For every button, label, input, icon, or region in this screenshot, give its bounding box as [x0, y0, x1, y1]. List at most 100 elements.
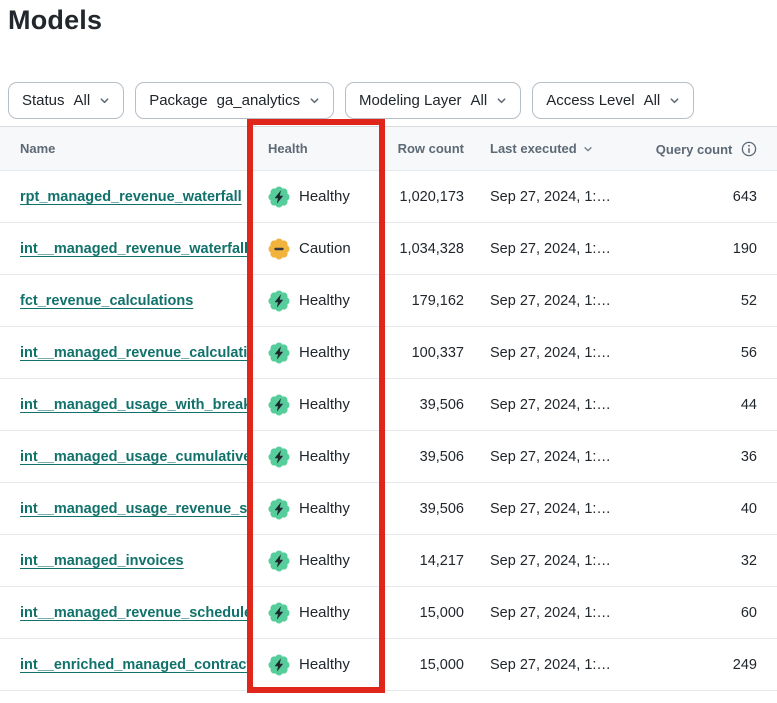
last-executed-value: Sep 27, 2024, 1:…	[466, 345, 640, 361]
query-count-value: 40	[640, 501, 777, 517]
last-executed-value: Sep 27, 2024, 1:…	[466, 241, 640, 257]
filter-bar: Status All Package ga_analytics Modeling…	[8, 82, 694, 119]
model-name-link[interactable]: int__managed_revenue_calculations	[20, 345, 248, 361]
row-count-value: 14,217	[385, 553, 466, 569]
row-count-value: 39,506	[385, 397, 466, 413]
query-count-value: 52	[640, 293, 777, 309]
column-header-health: Health	[248, 141, 385, 156]
health-badge	[268, 342, 290, 364]
health-status-label: Healthy	[299, 604, 350, 621]
model-name-link[interactable]: fct_revenue_calculations	[20, 293, 193, 309]
models-table: Name Health Row count Last executed Quer…	[0, 126, 777, 691]
health-badge	[268, 498, 290, 520]
table-row: int__managed_usage_revenue_sc…	[0, 483, 777, 535]
filter-package-value: ga_analytics	[217, 92, 300, 109]
health-status-label: Healthy	[299, 188, 350, 205]
health-status-label: Healthy	[299, 500, 350, 517]
column-header-query-count: Query count	[640, 141, 777, 157]
last-executed-value: Sep 27, 2024, 1:…	[466, 605, 640, 621]
column-header-row-count: Row count	[385, 141, 466, 156]
info-icon[interactable]	[741, 141, 757, 157]
row-count-value: 179,162	[385, 293, 466, 309]
model-name-link[interactable]: rpt_managed_revenue_waterfall	[20, 189, 242, 205]
column-header-query-count-label: Query count	[656, 142, 733, 157]
table-row: int__managed_usage_with_breaka…	[0, 379, 777, 431]
health-status-label: Healthy	[299, 448, 350, 465]
query-count-value: 190	[640, 241, 777, 257]
table-row: fct_revenue_calculations	[0, 275, 777, 327]
health-status-label: Healthy	[299, 656, 350, 673]
last-executed-value: Sep 27, 2024, 1:…	[466, 449, 640, 465]
model-name-link[interactable]: int__managed_revenue_waterfall	[20, 241, 248, 257]
model-name-link[interactable]: int__managed_invoices	[20, 553, 184, 569]
chevron-down-icon	[669, 95, 680, 106]
last-executed-value: Sep 27, 2024, 1:…	[466, 657, 640, 673]
table-body: rpt_managed_revenue_waterfall	[0, 171, 777, 691]
health-badge	[268, 654, 290, 676]
query-count-value: 60	[640, 605, 777, 621]
query-count-value: 643	[640, 189, 777, 205]
column-header-name: Name	[0, 141, 248, 156]
row-count-value: 15,000	[385, 605, 466, 621]
health-status-label: Healthy	[299, 344, 350, 361]
query-count-value: 36	[640, 449, 777, 465]
chevron-down-icon	[99, 95, 110, 106]
health-status-label: Healthy	[299, 552, 350, 569]
model-name-link[interactable]: int__managed_usage_cumulative_…	[20, 449, 248, 465]
row-count-value: 39,506	[385, 449, 466, 465]
chevron-down-icon	[496, 95, 507, 106]
row-count-value: 1,034,328	[385, 241, 466, 257]
filter-status-label: Status	[22, 92, 65, 109]
table-row: int__managed_usage_cumulative_…	[0, 431, 777, 483]
model-name-link[interactable]: int__managed_revenue_schedule_…	[20, 605, 248, 621]
row-count-value: 1,020,173	[385, 189, 466, 205]
table-row: int__enriched_managed_contracts	[0, 639, 777, 691]
query-count-value: 249	[640, 657, 777, 673]
health-status-label: Healthy	[299, 396, 350, 413]
filter-package[interactable]: Package ga_analytics	[135, 82, 334, 119]
filter-access-level[interactable]: Access Level All	[532, 82, 694, 119]
column-header-last-executed[interactable]: Last executed	[466, 141, 640, 156]
filter-modeling-layer[interactable]: Modeling Layer All	[345, 82, 521, 119]
health-badge	[268, 186, 290, 208]
model-name-link[interactable]: int__managed_usage_with_breaka…	[20, 397, 248, 413]
query-count-value: 32	[640, 553, 777, 569]
health-badge	[268, 290, 290, 312]
health-badge	[268, 602, 290, 624]
filter-access-level-value: All	[644, 92, 661, 109]
query-count-value: 44	[640, 397, 777, 413]
health-badge	[268, 446, 290, 468]
health-status-label: Caution	[299, 240, 351, 257]
table-row: rpt_managed_revenue_waterfall	[0, 171, 777, 223]
table-row: int__managed_revenue_calculations	[0, 327, 777, 379]
last-executed-value: Sep 27, 2024, 1:…	[466, 293, 640, 309]
query-count-value: 56	[640, 345, 777, 361]
filter-status-value: All	[74, 92, 91, 109]
model-name-link[interactable]: int__enriched_managed_contracts	[20, 657, 248, 673]
table-row: int__managed_revenue_schedule_…	[0, 587, 777, 639]
column-header-last-executed-label: Last executed	[490, 141, 577, 156]
row-count-value: 15,000	[385, 657, 466, 673]
filter-status[interactable]: Status All	[8, 82, 124, 119]
table-header: Name Health Row count Last executed Quer…	[0, 126, 777, 171]
model-name-link[interactable]: int__managed_usage_revenue_sc…	[20, 501, 248, 517]
health-badge	[268, 394, 290, 416]
health-status-label: Healthy	[299, 292, 350, 309]
last-executed-value: Sep 27, 2024, 1:…	[466, 189, 640, 205]
models-page: Models Status All Package ga_analytics M…	[0, 0, 777, 703]
health-badge	[268, 550, 290, 572]
health-badge	[268, 238, 290, 260]
row-count-value: 100,337	[385, 345, 466, 361]
minus-icon	[274, 247, 283, 249]
filter-modeling-layer-label: Modeling Layer	[359, 92, 462, 109]
page-title: Models	[8, 5, 102, 36]
last-executed-value: Sep 27, 2024, 1:…	[466, 553, 640, 569]
last-executed-value: Sep 27, 2024, 1:…	[466, 397, 640, 413]
sort-chevron-down-icon	[583, 144, 593, 154]
table-row: int__managed_revenue_waterfall	[0, 223, 777, 275]
table-row: int__managed_invoices	[0, 535, 777, 587]
row-count-value: 39,506	[385, 501, 466, 517]
last-executed-value: Sep 27, 2024, 1:…	[466, 501, 640, 517]
filter-package-label: Package	[149, 92, 207, 109]
filter-access-level-label: Access Level	[546, 92, 634, 109]
